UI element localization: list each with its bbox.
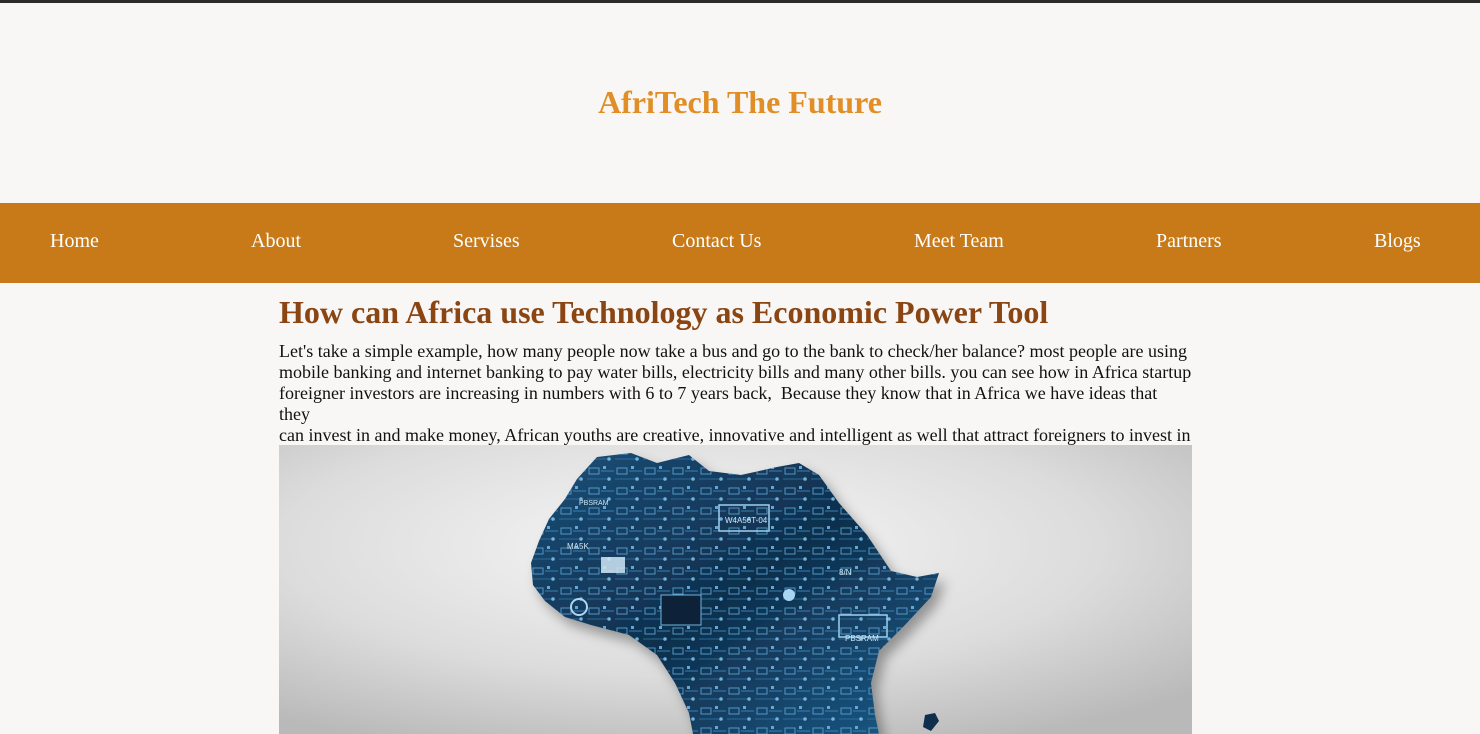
svg-text:W4A56T-04: W4A56T-04 <box>725 516 768 525</box>
nav-item-about[interactable]: About <box>251 203 301 283</box>
site-header: AfriTech The Future <box>0 3 1480 203</box>
nav-item-partners[interactable]: Partners <box>1156 203 1222 283</box>
nav-item-blogs[interactable]: Blogs <box>1374 203 1421 283</box>
svg-text:8/N: 8/N <box>839 568 852 577</box>
africa-circuit-map-image: W4A56T-04 MA5K PBSRAM PBSRAM 8/N <box>279 445 1192 734</box>
nav-item-contact-us[interactable]: Contact Us <box>672 203 761 283</box>
nav-item-home[interactable]: Home <box>50 203 99 283</box>
main-nav: Home About Servises Contact Us Meet Team… <box>0 203 1480 283</box>
nav-item-meet-team[interactable]: Meet Team <box>914 203 1004 283</box>
article-title: How can Africa use Technology as Economi… <box>279 294 1049 330</box>
article: How can Africa use Technology as Economi… <box>279 283 1192 467</box>
site-title: AfriTech The Future <box>598 83 882 120</box>
svg-text:MA5K: MA5K <box>567 542 589 551</box>
svg-text:PBSRAM: PBSRAM <box>845 634 879 643</box>
nav-item-services[interactable]: Servises <box>453 203 520 283</box>
svg-text:PBSRAM: PBSRAM <box>579 500 609 507</box>
